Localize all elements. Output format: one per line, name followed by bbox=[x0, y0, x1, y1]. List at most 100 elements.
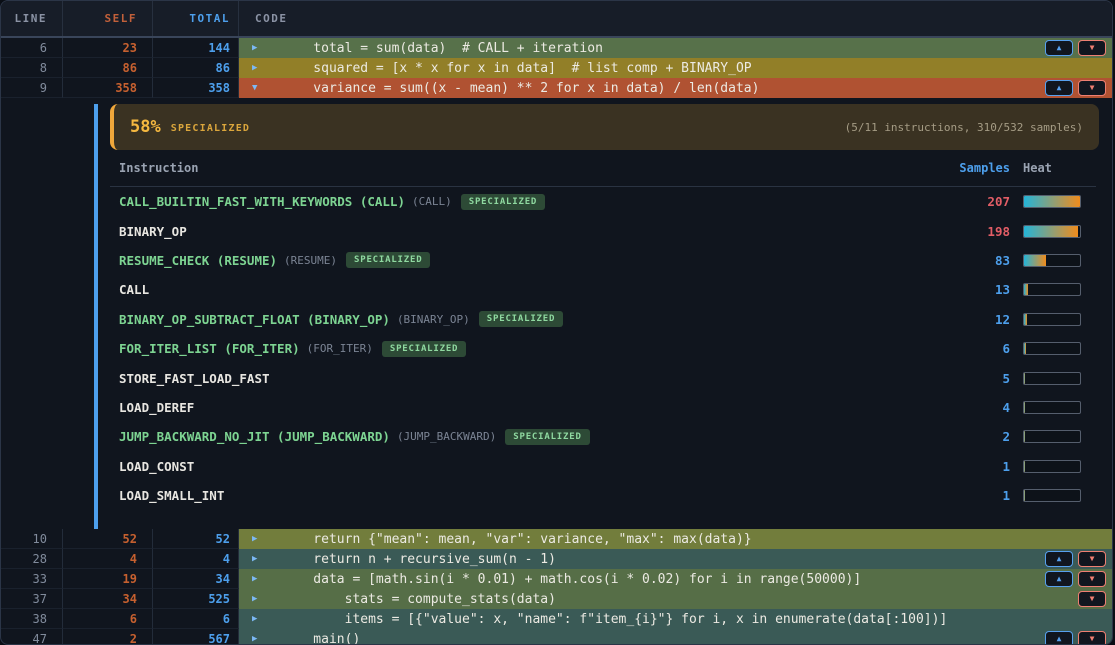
code-text: items = [{"value": x, "name": f"item_{i}… bbox=[282, 612, 947, 627]
self-samples: 86 bbox=[63, 58, 153, 78]
heat-bar bbox=[1023, 195, 1081, 208]
jump-down-button[interactable]: ▼ bbox=[1078, 80, 1106, 96]
instruction-samples: 12 bbox=[938, 312, 1010, 327]
line-number: 9 bbox=[1, 78, 63, 98]
instruction-name: STORE_FAST_LOAD_FAST bbox=[119, 371, 270, 386]
column-header-heat: Heat bbox=[1010, 161, 1096, 175]
instruction-base-name: (CALL) bbox=[412, 195, 452, 208]
row-buttons: ▲ ▼ bbox=[1045, 40, 1106, 56]
code-row[interactable]: 37 34 525 ▶ stats = compute_stats(data) … bbox=[1, 589, 1112, 609]
jump-down-button[interactable]: ▼ bbox=[1078, 571, 1106, 587]
code-row[interactable]: 28 4 4 ▶ return n + recursive_sum(n - 1)… bbox=[1, 549, 1112, 569]
code-row[interactable]: 8 86 86 ▶ squared = [x * x for x in data… bbox=[1, 58, 1112, 78]
instruction-samples: 2 bbox=[938, 429, 1010, 444]
up-arrow-icon: ▲ bbox=[1057, 44, 1062, 52]
total-samples: 52 bbox=[153, 529, 239, 549]
expander-icon[interactable]: ▶ bbox=[252, 635, 262, 644]
heat-bar-fill bbox=[1024, 255, 1046, 266]
jump-down-button[interactable]: ▼ bbox=[1078, 591, 1106, 607]
code-text: data = [math.sin(i * 0.01) + math.cos(i … bbox=[282, 572, 861, 587]
expander-icon[interactable]: ▼ bbox=[252, 84, 262, 93]
instruction-name-cell: STORE_FAST_LOAD_FAST bbox=[119, 371, 938, 386]
line-number: 6 bbox=[1, 38, 63, 58]
expander-icon[interactable]: ▶ bbox=[252, 535, 262, 544]
code-text: stats = compute_stats(data) bbox=[282, 592, 556, 607]
instruction-row: LOAD_SMALL_INT 1 bbox=[110, 481, 1096, 510]
instruction-samples: 198 bbox=[938, 224, 1010, 239]
code-cell[interactable]: ▶ main() ▲ ▼ bbox=[239, 629, 1112, 645]
instruction-name: CALL bbox=[119, 282, 149, 297]
column-header-total: TOTAL bbox=[153, 1, 239, 36]
code-cell[interactable]: ▶ squared = [x * x for x in data] # list… bbox=[239, 58, 1112, 78]
code-row[interactable]: 6 23 144 ▶ total = sum(data) # CALL + it… bbox=[1, 38, 1112, 58]
down-arrow-icon: ▼ bbox=[1090, 635, 1095, 643]
instruction-row: CALL 13 bbox=[110, 275, 1096, 304]
heat-bar bbox=[1023, 401, 1081, 414]
jump-up-button[interactable]: ▲ bbox=[1045, 40, 1073, 56]
down-arrow-icon: ▼ bbox=[1090, 44, 1095, 52]
instruction-base-name: (RESUME) bbox=[284, 254, 337, 267]
code-cell[interactable]: ▶ total = sum(data) # CALL + iteration ▲… bbox=[239, 38, 1112, 58]
specialized-percent: 58% bbox=[130, 117, 161, 137]
code-cell[interactable]: ▶ stats = compute_stats(data) ▼ bbox=[239, 589, 1112, 609]
code-row[interactable]: 47 2 567 ▶ main() ▲ ▼ bbox=[1, 629, 1112, 645]
expander-icon[interactable]: ▶ bbox=[252, 44, 262, 53]
instruction-row: CALL_BUILTIN_FAST_WITH_KEYWORDS (CALL) (… bbox=[110, 187, 1096, 216]
instruction-row: LOAD_DEREF 4 bbox=[110, 393, 1096, 422]
specialized-badge: SPECIALIZED bbox=[346, 252, 430, 268]
instruction-samples: 6 bbox=[938, 341, 1010, 356]
instruction-samples: 4 bbox=[938, 400, 1010, 415]
expander-icon[interactable]: ▶ bbox=[252, 555, 262, 564]
code-row[interactable]: 10 52 52 ▶ return {"mean": mean, "var": … bbox=[1, 529, 1112, 549]
instruction-row: RESUME_CHECK (RESUME) (RESUME) SPECIALIZ… bbox=[110, 246, 1096, 275]
instruction-name-cell: LOAD_DEREF bbox=[119, 400, 938, 415]
instruction-heat-cell bbox=[1010, 225, 1096, 238]
specialized-badge: SPECIALIZED bbox=[461, 194, 545, 210]
heat-bar bbox=[1023, 489, 1081, 502]
jump-up-button[interactable]: ▲ bbox=[1045, 80, 1073, 96]
jump-down-button[interactable]: ▼ bbox=[1078, 551, 1106, 567]
line-number: 47 bbox=[1, 629, 63, 645]
jump-up-button[interactable]: ▲ bbox=[1045, 631, 1073, 645]
jump-down-button[interactable]: ▼ bbox=[1078, 40, 1106, 56]
instruction-row: FOR_ITER_LIST (FOR_ITER) (FOR_ITER) SPEC… bbox=[110, 334, 1096, 363]
instruction-name-cell: BINARY_OP_SUBTRACT_FLOAT (BINARY_OP) (BI… bbox=[119, 311, 938, 327]
up-arrow-icon: ▲ bbox=[1057, 555, 1062, 563]
down-arrow-icon: ▼ bbox=[1090, 575, 1095, 583]
total-samples: 358 bbox=[153, 78, 239, 98]
expander-icon[interactable]: ▶ bbox=[252, 595, 262, 604]
row-buttons: ▼ bbox=[1078, 591, 1106, 607]
code-cell[interactable]: ▶ data = [math.sin(i * 0.01) + math.cos(… bbox=[239, 569, 1112, 589]
instruction-heat-cell bbox=[1010, 342, 1096, 355]
down-arrow-icon: ▼ bbox=[1090, 84, 1095, 92]
instruction-samples: 207 bbox=[938, 194, 1010, 209]
expander-icon[interactable]: ▶ bbox=[252, 575, 262, 584]
expander-icon[interactable]: ▶ bbox=[252, 615, 262, 624]
code-text: variance = sum((x - mean) ** 2 for x in … bbox=[282, 81, 759, 96]
code-row[interactable]: 38 6 6 ▶ items = [{"value": x, "name": f… bbox=[1, 609, 1112, 629]
total-samples: 525 bbox=[153, 589, 239, 609]
instruction-name-cell: FOR_ITER_LIST (FOR_ITER) (FOR_ITER) SPEC… bbox=[119, 341, 938, 357]
code-cell[interactable]: ▶ return n + recursive_sum(n - 1) ▲ ▼ bbox=[239, 549, 1112, 569]
instruction-name: LOAD_CONST bbox=[119, 459, 194, 474]
jump-down-button[interactable]: ▼ bbox=[1078, 631, 1106, 645]
code-cell[interactable]: ▶ return {"mean": mean, "var": variance,… bbox=[239, 529, 1112, 549]
specialized-badge: SPECIALIZED bbox=[382, 341, 466, 357]
instruction-heat-cell bbox=[1010, 254, 1096, 267]
jump-up-button[interactable]: ▲ bbox=[1045, 571, 1073, 587]
expander-icon[interactable]: ▶ bbox=[252, 64, 262, 73]
code-row[interactable]: 33 19 34 ▶ data = [math.sin(i * 0.01) + … bbox=[1, 569, 1112, 589]
self-samples: 2 bbox=[63, 629, 153, 645]
code-row[interactable]: 9 358 358 ▼ variance = sum((x - mean) **… bbox=[1, 78, 1112, 98]
instruction-name: RESUME_CHECK (RESUME) bbox=[119, 253, 277, 268]
instruction-table-header: Instruction Samples Heat bbox=[110, 150, 1096, 187]
self-samples: 52 bbox=[63, 529, 153, 549]
code-cell[interactable]: ▶ items = [{"value": x, "name": f"item_{… bbox=[239, 609, 1112, 629]
code-cell[interactable]: ▼ variance = sum((x - mean) ** 2 for x i… bbox=[239, 78, 1112, 98]
instruction-samples: 13 bbox=[938, 282, 1010, 297]
total-samples: 4 bbox=[153, 549, 239, 569]
self-samples: 23 bbox=[63, 38, 153, 58]
jump-up-button[interactable]: ▲ bbox=[1045, 551, 1073, 567]
heat-bar-fill bbox=[1024, 196, 1080, 207]
instruction-samples: 83 bbox=[938, 253, 1010, 268]
